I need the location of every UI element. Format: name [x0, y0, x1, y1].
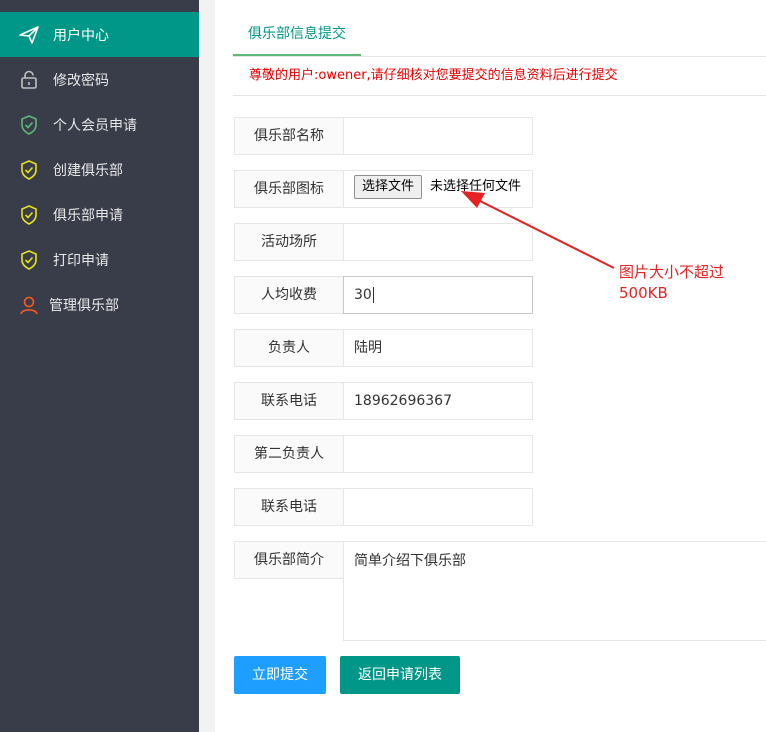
shield-check-icon [21, 160, 37, 180]
tab-bar: 俱乐部信息提交 [233, 18, 766, 57]
club-name-input[interactable] [343, 117, 533, 155]
back-to-list-button[interactable]: 返回申请列表 [340, 656, 460, 694]
text-caret [372, 287, 374, 303]
shield-check-icon [21, 115, 37, 135]
user-icon [20, 296, 38, 315]
sidebar-item-personal-membership[interactable]: 个人会员申请 [0, 102, 199, 147]
shield-check-icon [21, 250, 37, 270]
fee-label: 人均收费 [234, 276, 344, 314]
fee-input-value: 30 [354, 287, 372, 303]
phone-input[interactable]: 18962696367 [343, 382, 533, 420]
venue-input[interactable] [343, 223, 533, 261]
lock-icon [21, 70, 37, 89]
intro-textarea[interactable]: 简单介绍下俱乐部 [343, 541, 766, 641]
sidebar-item-change-password[interactable]: 修改密码 [0, 57, 199, 102]
annotation-line-1: 图片大小不超过 [619, 263, 725, 281]
sidebar: 用户中心 修改密码 个人会员申请 创建俱乐部 俱乐部申请 打印申请 管理俱乐部 [0, 0, 199, 732]
fee-input[interactable]: 30 [343, 276, 533, 314]
club-icon-file-field: 选择文件 未选择任何文件 [343, 170, 533, 208]
sidebar-item-label: 打印申请 [53, 253, 109, 269]
sidebar-item-print-application[interactable]: 打印申请 [0, 237, 199, 282]
club-icon-label: 俱乐部图标 [234, 170, 344, 208]
second-phone-input[interactable] [343, 488, 533, 526]
file-status-text: 未选择任何文件 [430, 179, 522, 194]
sidebar-item-label: 修改密码 [53, 73, 109, 89]
sidebar-item-label: 管理俱乐部 [49, 298, 119, 314]
second-leader-input[interactable] [343, 435, 533, 473]
second-phone-label: 联系电话 [234, 488, 344, 526]
second-leader-label: 第二负责人 [234, 435, 344, 473]
sidebar-item-label: 个人会员申请 [53, 118, 137, 134]
intro-label: 俱乐部简介 [234, 541, 344, 579]
content-gutter [199, 0, 215, 732]
tab-club-info-submit[interactable]: 俱乐部信息提交 [233, 18, 361, 56]
choose-file-button[interactable]: 选择文件 [354, 175, 423, 199]
submit-button[interactable]: 立即提交 [234, 656, 326, 694]
sidebar-item-label: 创建俱乐部 [53, 163, 123, 179]
sidebar-item-create-club[interactable]: 创建俱乐部 [0, 147, 199, 192]
venue-label: 活动场所 [234, 223, 344, 261]
sidebar-item-label: 用户中心 [53, 28, 109, 44]
sidebar-item-user-center[interactable]: 用户中心 [0, 12, 199, 57]
sidebar-item-label: 俱乐部申请 [53, 208, 123, 224]
leader-input[interactable]: 陆明 [343, 329, 533, 367]
paper-plane-icon [19, 26, 39, 44]
annotation-line-2: 500KB [619, 284, 668, 302]
sidebar-item-club-application[interactable]: 俱乐部申请 [0, 192, 199, 237]
annotation-text: 图片大小不超过 500KB [619, 262, 724, 304]
notice-message: 尊敬的用户:owener,请仔细核对您要提交的信息资料后进行提交 [233, 57, 766, 96]
club-name-label: 俱乐部名称 [234, 117, 344, 155]
shield-check-icon [21, 205, 37, 225]
phone-label: 联系电话 [234, 382, 344, 420]
leader-label: 负责人 [234, 329, 344, 367]
sidebar-item-manage-club[interactable]: 管理俱乐部 [0, 282, 199, 327]
